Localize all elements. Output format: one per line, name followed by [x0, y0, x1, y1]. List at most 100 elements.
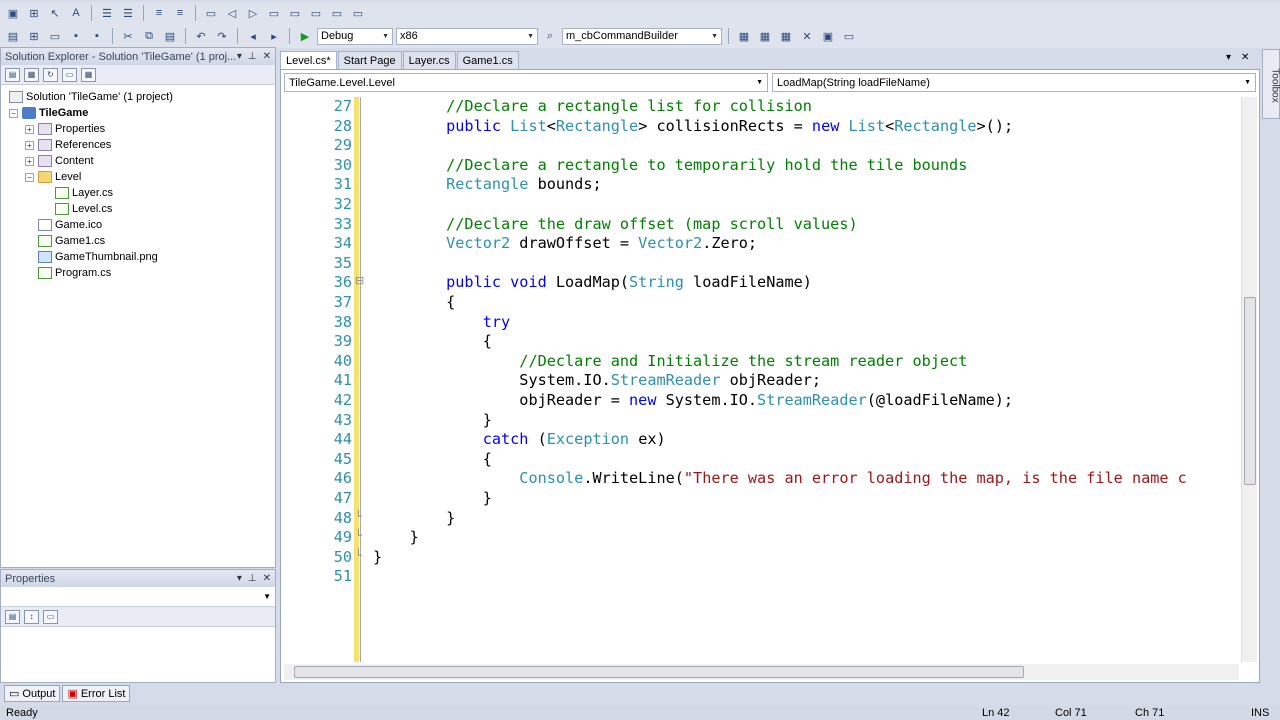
collapse-icon[interactable]: −	[25, 172, 34, 182]
tab-output[interactable]: ▭ Output	[4, 685, 61, 702]
tree-item-game-ico[interactable]: Game.ico	[1, 217, 275, 233]
code-line[interactable]: 40 //Declare and Initialize the stream r…	[281, 352, 1241, 372]
code-line[interactable]: 27 //Declare a rectangle list for collis…	[281, 97, 1241, 117]
tree-item-references[interactable]: + References	[1, 137, 275, 153]
type-select[interactable]: TileGame.Level.Level ▼	[284, 73, 768, 92]
add-item-icon[interactable]: ⊞	[25, 4, 43, 22]
code-line[interactable]: 38 try	[281, 313, 1241, 333]
properties-window-icon[interactable]: ▦	[756, 27, 774, 45]
bookmark-icon[interactable]: ▭	[202, 4, 220, 22]
code-line[interactable]: 36 public void LoadMap(String loadFileNa…	[281, 273, 1241, 293]
clear-all-icon[interactable]: ▭	[349, 4, 367, 22]
tree-item-level-cs[interactable]: Level.cs	[1, 201, 275, 217]
tree-item-solution[interactable]: Solution 'TileGame' (1 project)	[1, 89, 275, 105]
dropdown-icon[interactable]: ▾	[237, 51, 242, 62]
code-line[interactable]: 49 }	[281, 528, 1241, 548]
tree-item-level-folder[interactable]: − Level	[1, 169, 275, 185]
code-line[interactable]: 31 Rectangle bounds;	[281, 175, 1241, 195]
expand-icon[interactable]: +	[25, 156, 34, 166]
dropdown-icon[interactable]: ▾	[237, 573, 242, 584]
clear-bookmark-icon[interactable]: ▭	[265, 4, 283, 22]
code-area[interactable]: 27 //Declare a rectangle list for collis…	[281, 97, 1241, 662]
tree-item-thumbnail[interactable]: GameThumbnail.png	[1, 249, 275, 265]
close-icon[interactable]: ✕	[263, 51, 271, 62]
indent-icon[interactable]: ☰	[98, 4, 116, 22]
property-pages-icon[interactable]: ▭	[43, 609, 58, 624]
alphabetical-icon[interactable]: ↕	[24, 609, 39, 624]
start-page-icon[interactable]: ▣	[819, 27, 837, 45]
code-line[interactable]: 48 }	[281, 509, 1241, 529]
view-code-icon[interactable]: ▭	[62, 67, 77, 82]
categorized-icon[interactable]: ▤	[5, 609, 20, 624]
redo-icon[interactable]: ↷	[213, 27, 231, 45]
select-icon[interactable]: ↖	[46, 4, 64, 22]
tree-item-content[interactable]: + Content	[1, 153, 275, 169]
code-line[interactable]: 51	[281, 567, 1241, 587]
open-file-icon[interactable]: ▭	[46, 27, 64, 45]
tab-start-page[interactable]: Start Page	[337, 51, 402, 69]
command-window-icon[interactable]: ▭	[840, 27, 858, 45]
toggle-bookmarks-icon[interactable]: ▭	[307, 4, 325, 22]
save-icon[interactable]: ▪	[67, 27, 85, 45]
code-line[interactable]: 41 System.IO.StreamReader objReader;	[281, 371, 1241, 391]
config-select[interactable]: Debug ▼	[317, 27, 393, 45]
start-debug-icon[interactable]: ▶	[296, 27, 314, 45]
code-line[interactable]: 29	[281, 136, 1241, 156]
code-line[interactable]: 30 //Declare a rectangle to temporarily …	[281, 156, 1241, 176]
code-line[interactable]: 44 catch (Exception ex)	[281, 430, 1241, 450]
bookmark-folder-icon[interactable]: ▭	[286, 4, 304, 22]
pin-icon[interactable]: ⊥	[248, 51, 257, 62]
tree-item-layer-cs[interactable]: Layer.cs	[1, 185, 275, 201]
code-line[interactable]: 33 //Declare the draw offset (map scroll…	[281, 215, 1241, 235]
tree-item-properties[interactable]: + Properties	[1, 121, 275, 137]
outdent-icon[interactable]: ☰	[119, 4, 137, 22]
platform-select[interactable]: x86 ▼	[396, 27, 538, 45]
tab-error-list[interactable]: ▣ Error List	[62, 685, 131, 702]
refresh-icon[interactable]: ↻	[43, 67, 58, 82]
code-line[interactable]: 45 {	[281, 450, 1241, 470]
font-icon[interactable]: A	[67, 4, 85, 22]
member-select[interactable]: LoadMap(String loadFileName) ▼	[772, 73, 1256, 92]
code-line[interactable]: 50}	[281, 548, 1241, 568]
save-all-icon[interactable]: ▪	[88, 27, 106, 45]
properties-object-select[interactable]: ▼	[1, 587, 275, 607]
code-line[interactable]: 46 Console.WriteLine("There was an error…	[281, 469, 1241, 489]
tab-game1-cs[interactable]: Game1.cs	[456, 51, 519, 69]
code-line[interactable]: 35	[281, 254, 1241, 274]
tab-level-cs[interactable]: Level.cs*	[280, 51, 337, 69]
tree-item-program-cs[interactable]: Program.cs	[1, 265, 275, 281]
add-new-item-icon[interactable]: ⊞	[25, 27, 43, 45]
code-line[interactable]: 43 }	[281, 411, 1241, 431]
view-designer-icon[interactable]: ▦	[81, 67, 96, 82]
close-icon[interactable]: ✕	[263, 573, 271, 584]
object-browser-icon[interactable]: ▦	[777, 27, 795, 45]
toolbox-icon[interactable]: ✕	[798, 27, 816, 45]
find-input[interactable]: m_cbCommandBuilder ▼	[562, 27, 722, 45]
code-line[interactable]: 34 Vector2 drawOffset = Vector2.Zero;	[281, 234, 1241, 254]
next-folder-bookmark-icon[interactable]: ▭	[328, 4, 346, 22]
active-files-icon[interactable]: ▾	[1226, 52, 1231, 63]
uncomment-icon[interactable]: ≡	[171, 4, 189, 22]
comment-icon[interactable]: ≡	[150, 4, 168, 22]
properties-icon[interactable]: ▤	[5, 67, 20, 82]
next-bookmark-icon[interactable]: ▷	[244, 4, 262, 22]
code-line[interactable]: 47 }	[281, 489, 1241, 509]
code-line[interactable]: 39 {	[281, 332, 1241, 352]
tree-item-game1-cs[interactable]: Game1.cs	[1, 233, 275, 249]
tree-item-project[interactable]: − TileGame	[1, 105, 275, 121]
pin-icon[interactable]: ⊥	[248, 573, 257, 584]
solution-explorer-icon[interactable]: ▦	[735, 27, 753, 45]
navigate-forward-icon[interactable]: ▸	[265, 27, 283, 45]
navigate-back-icon[interactable]: ◂	[244, 27, 262, 45]
close-icon[interactable]: ✕	[1241, 52, 1249, 63]
code-line[interactable]: 28 public List<Rectangle> collisionRects…	[281, 117, 1241, 137]
expand-icon[interactable]: +	[25, 140, 34, 150]
prev-bookmark-icon[interactable]: ◁	[223, 4, 241, 22]
collapse-icon[interactable]: −	[9, 108, 18, 118]
show-all-files-icon[interactable]: ▦	[24, 67, 39, 82]
horizontal-scrollbar[interactable]	[284, 664, 1239, 680]
vertical-scroll-thumb[interactable]	[1244, 297, 1256, 485]
undo-icon[interactable]: ↶	[192, 27, 210, 45]
collapse-region-icon[interactable]: ⊟	[355, 274, 364, 287]
horizontal-scroll-thumb[interactable]	[294, 666, 1024, 678]
